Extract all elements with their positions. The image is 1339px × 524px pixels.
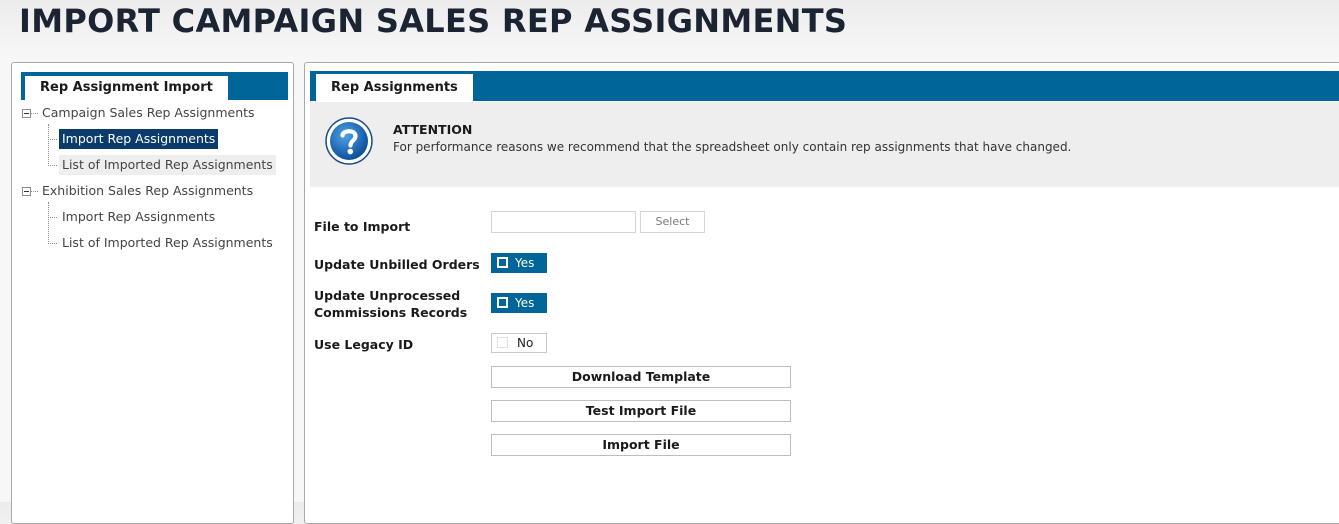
main-content-panel: Rep Assignments ATTENTION For performanc… [304,62,1339,524]
tree-group-campaign-sales-rep-assignments[interactable]: Campaign Sales Rep Assignments [39,103,258,123]
checkbox-icon [497,257,508,268]
checkbox-icon [497,337,508,348]
page-title: IMPORT CAMPAIGN SALES REP ASSIGNMENTS [19,2,848,40]
tree-connector [48,139,57,140]
use-legacy-id-toggle[interactable]: No [491,333,547,353]
file-to-import-field[interactable] [491,211,636,233]
tree-group-exhibition-sales-rep-assignments[interactable]: Exhibition Sales Rep Assignments [39,181,256,201]
tree-connector [31,191,38,192]
label-line: Update Unprocessed [314,288,461,303]
toggle-label: No [517,336,534,350]
tree-connector [48,243,57,244]
tree-connector [48,124,49,166]
collapse-icon[interactable] [22,187,31,196]
tree-item-exhibition-import-rep-assignments[interactable]: Import Rep Assignments [59,207,218,227]
tab-rep-assignments[interactable]: Rep Assignments [316,74,473,101]
tree-connector [48,217,57,218]
use-legacy-id-label: Use Legacy ID [314,337,414,352]
tree-connector [48,202,49,244]
import-file-button[interactable]: Import File [491,434,791,456]
download-template-button[interactable]: Download Template [491,366,791,388]
update-unprocessed-commissions-toggle[interactable]: Yes [491,293,547,313]
file-to-import-label: File to Import [314,219,411,234]
update-unbilled-orders-toggle[interactable]: Yes [491,253,547,273]
test-import-file-button[interactable]: Test Import File [491,400,791,422]
tree-connector [31,113,38,114]
attention-banner: ATTENTION For performance reasons we rec… [310,102,1339,187]
toggle-label: Yes [515,256,535,270]
update-unbilled-orders-label: Update Unbilled Orders [314,257,480,272]
tree-item-exhibition-list-imported-rep-assignments[interactable]: List of Imported Rep Assignments [59,233,276,253]
label-line: Commissions Records [314,305,468,320]
collapse-icon[interactable] [22,109,31,118]
tree-item-campaign-import-rep-assignments[interactable]: Import Rep Assignments [59,129,219,149]
select-file-button[interactable]: Select [640,211,705,233]
left-navigation-panel: Rep Assignment Import Campaign Sales Rep… [11,62,294,524]
question-icon [325,117,373,165]
right-tab-bar: Rep Assignments [310,71,1339,101]
checkbox-icon [497,297,508,308]
toggle-label: Yes [515,296,535,310]
navigation-tree: Campaign Sales Rep Assignments Import Re… [12,63,293,263]
update-unprocessed-commissions-label: Update Unprocessed Commissions Records [314,287,467,321]
tree-connector [48,165,57,166]
tree-item-campaign-list-imported-rep-assignments[interactable]: List of Imported Rep Assignments [59,155,276,175]
attention-message: For performance reasons we recommend tha… [393,140,1072,154]
attention-title: ATTENTION [393,122,473,137]
